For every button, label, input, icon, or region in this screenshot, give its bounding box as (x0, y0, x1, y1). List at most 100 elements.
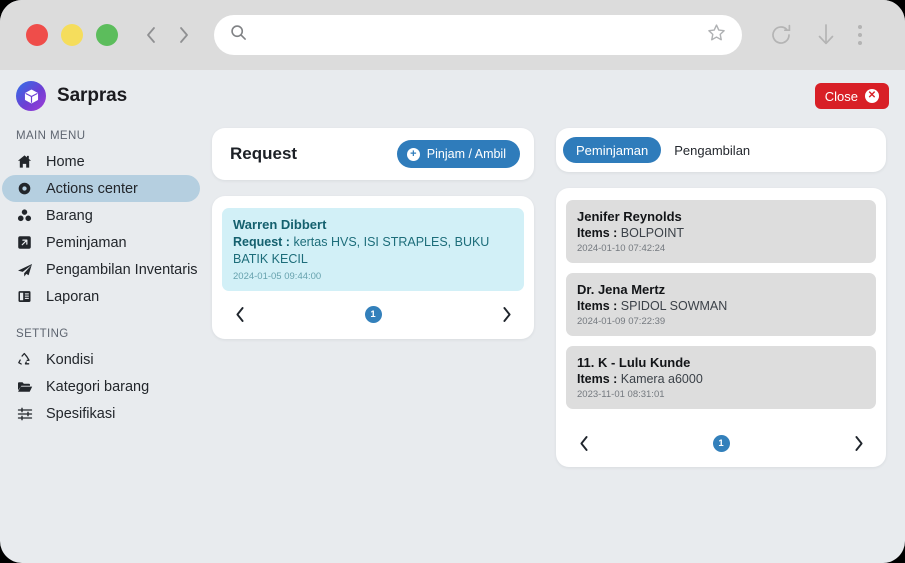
plus-circle-icon: + (406, 147, 420, 161)
sidebar-item-laporan[interactable]: Laporan (2, 283, 200, 310)
navigation-buttons (140, 22, 194, 48)
loan-tabs-card: Peminjaman Pengambilan (556, 128, 886, 172)
loan-item-field-value: BOLPOINT (620, 226, 684, 240)
loan-list-item[interactable]: Dr. Jena Mertz Items : SPIDOL SOWMAN 202… (566, 273, 876, 336)
request-item-date: 2024-01-05 09:44:00 (233, 270, 322, 282)
request-column: Request + Pinjam / Ambil Warren Dibbert … (212, 128, 534, 467)
loan-next-page-button[interactable] (848, 433, 868, 453)
sidebar-item-home-label: Home (46, 153, 85, 170)
folder-open-icon (16, 378, 33, 395)
brand[interactable]: Sarpras (16, 81, 127, 111)
sidebar-item-barang-label: Barang (46, 207, 93, 224)
browser-toolbar (0, 0, 905, 70)
sidebar-item-peminjaman[interactable]: Peminjaman (2, 229, 200, 256)
loan-column: Peminjaman Pengambilan Jenifer Reynolds … (556, 128, 886, 467)
close-circle-icon: ✕ (865, 89, 879, 103)
tab-peminjaman[interactable]: Peminjaman (563, 137, 662, 163)
url-input[interactable] (257, 27, 707, 43)
loan-list-item[interactable]: Jenifer Reynolds Items : BOLPOINT 2024-0… (566, 200, 876, 263)
sliders-icon (16, 405, 33, 422)
sidebar-item-peminjaman-label: Peminjaman (46, 234, 127, 251)
request-item-field-label: Request : (233, 235, 290, 249)
sidebar-section-setting-label: SETTING (16, 328, 69, 340)
close-window-button[interactable] (26, 24, 48, 46)
reload-icon[interactable] (768, 22, 794, 48)
loan-item-detail: Items : Kamera a6000 (577, 372, 865, 386)
close-button-label: Close (824, 88, 858, 104)
back-button[interactable] (140, 22, 162, 48)
loan-list-item[interactable]: 11. K - Lulu Kunde Items : Kamera a6000 … (566, 346, 876, 409)
app-window: Sarpras Close ✕ MAIN MENU Home Actions c… (0, 0, 905, 563)
loan-item-name: 11. K - Lulu Kunde (577, 355, 691, 370)
request-panel-title: Request (230, 144, 298, 163)
loan-item-date: 2024-01-10 07:42:24 (577, 243, 666, 254)
sidebar-item-laporan-label: Laporan (46, 288, 100, 305)
sidebar-item-pengambilan-inventaris[interactable]: Pengambilan Inventaris (2, 256, 200, 283)
request-list-card: Warren Dibbert Request : kertas HVS, ISI… (212, 196, 534, 339)
forward-button[interactable] (172, 22, 194, 48)
request-item-name: Warren Dibbert (233, 217, 327, 232)
download-arrow-icon[interactable] (814, 22, 838, 48)
maximize-window-button[interactable] (96, 24, 118, 46)
main-content: Request + Pinjam / Ambil Warren Dibbert … (212, 128, 888, 467)
sidebar-item-barang[interactable]: Barang (2, 202, 200, 229)
cubes-icon (16, 207, 33, 224)
sidebar-item-kategori-barang[interactable]: Kategori barang (2, 373, 200, 400)
kebab-menu-icon[interactable] (858, 25, 862, 45)
external-link-box-icon (16, 234, 33, 251)
request-pagination: 1 (222, 291, 524, 331)
request-next-page-button[interactable] (496, 305, 516, 325)
sidebar: MAIN MENU Home Actions center Barang Pem… (0, 122, 200, 563)
loan-item-field-label: Items : (577, 226, 618, 240)
home-icon (16, 153, 33, 170)
app-header: Sarpras Close ✕ (0, 70, 905, 122)
sidebar-section-main-label: MAIN MENU (16, 130, 86, 142)
loan-item-name: Jenifer Reynolds (577, 209, 682, 224)
loan-prev-page-button[interactable] (574, 433, 594, 453)
request-header-card: Request + Pinjam / Ambil (212, 128, 534, 180)
loan-pagination: 1 (566, 419, 876, 459)
loan-item-date: 2024-01-09 07:22:39 (577, 316, 666, 327)
search-icon (230, 24, 247, 46)
sidebar-item-spesifikasi[interactable]: Spesifikasi (2, 400, 200, 427)
loan-item-field-label: Items : (577, 372, 618, 386)
report-book-icon (16, 288, 33, 305)
loan-item-field-value: SPIDOL SOWMAN (620, 299, 728, 313)
loan-current-page[interactable]: 1 (712, 434, 730, 452)
loan-item-detail: Items : BOLPOINT (577, 226, 865, 240)
request-list-item[interactable]: Warren Dibbert Request : kertas HVS, ISI… (222, 208, 524, 291)
sidebar-item-actions-center[interactable]: Actions center (2, 175, 200, 202)
pinjam-ambil-button[interactable]: + Pinjam / Ambil (396, 140, 520, 168)
sidebar-item-home[interactable]: Home (2, 148, 200, 175)
sidebar-item-kondisi[interactable]: Kondisi (2, 346, 200, 373)
chrome-actions (768, 22, 862, 48)
bookmark-star-icon[interactable] (707, 23, 726, 47)
window-controls (26, 24, 118, 46)
cube-logo-icon (16, 81, 46, 111)
pinjam-ambil-label: Pinjam / Ambil (426, 147, 506, 161)
sidebar-item-pengambilan-label: Pengambilan Inventaris (46, 261, 198, 278)
loan-item-detail: Items : SPIDOL SOWMAN (577, 299, 865, 313)
close-button[interactable]: Close ✕ (814, 83, 889, 109)
loan-item-name: Dr. Jena Mertz (577, 282, 666, 297)
minimize-window-button[interactable] (61, 24, 83, 46)
address-bar[interactable] (214, 15, 742, 55)
target-circle-icon (16, 180, 33, 197)
request-item-detail: Request : kertas HVS, ISI STRAPLES, BUKU… (233, 234, 513, 268)
loan-list-card: Jenifer Reynolds Items : BOLPOINT 2024-0… (556, 188, 886, 467)
tab-peminjaman-label: Peminjaman (576, 142, 649, 158)
sidebar-item-actions-center-label: Actions center (46, 180, 138, 197)
app-title: Sarpras (57, 85, 128, 106)
sidebar-item-spesifikasi-label: Spesifikasi (46, 405, 116, 422)
tab-pengambilan-label: Pengambilan (674, 142, 751, 158)
recycle-icon (16, 351, 33, 368)
loan-item-field-label: Items : (577, 299, 618, 313)
sidebar-item-kategori-label: Kategori barang (46, 378, 150, 395)
request-current-page[interactable]: 1 (364, 306, 382, 324)
loan-item-field-value: Kamera a6000 (620, 372, 703, 386)
sidebar-item-kondisi-label: Kondisi (46, 351, 94, 368)
paper-plane-icon (16, 261, 33, 278)
request-prev-page-button[interactable] (230, 305, 250, 325)
loan-item-date: 2023-11-01 08:31:01 (577, 389, 665, 400)
tab-pengambilan[interactable]: Pengambilan (661, 137, 763, 163)
